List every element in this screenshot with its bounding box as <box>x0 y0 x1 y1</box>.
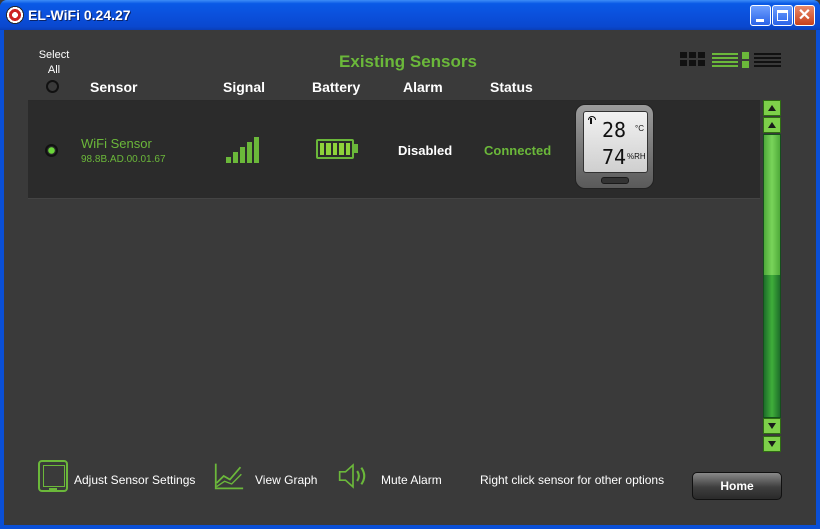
battery-segment <box>339 143 344 155</box>
battery-segment <box>332 143 338 155</box>
select-all-label-line2: All <box>47 64 61 76</box>
context-menu-hint: Right click sensor for other options <box>480 473 665 487</box>
battery-level-icon <box>316 139 354 159</box>
sensor-device-image: 28 °C 74 %RH <box>575 104 654 189</box>
column-header-battery: Battery <box>312 79 361 95</box>
close-icon: ✕ <box>797 7 812 24</box>
select-all-label: Select All <box>34 48 74 78</box>
signal-bar <box>233 152 238 163</box>
view-graph-label: View Graph <box>255 473 318 487</box>
battery-tip <box>354 144 358 153</box>
list-view-icon[interactable] <box>712 52 749 68</box>
maximize-button[interactable] <box>772 5 793 26</box>
lcd-humidity: 74 <box>602 145 627 169</box>
scroll-track[interactable] <box>763 134 781 418</box>
minimize-icon <box>756 19 764 22</box>
graph-icon <box>214 463 244 490</box>
arrow-up-icon <box>768 105 776 111</box>
close-button[interactable]: ✕ <box>794 5 815 26</box>
lcd-temperature-unit: °C <box>635 124 644 133</box>
connection-status: Connected <box>484 143 552 158</box>
arrow-down-icon <box>768 423 776 429</box>
title-bar[interactable]: EL-WiFi 0.24.27 ✕ <box>0 0 820 30</box>
sensor-row[interactable]: WiFi Sensor 98.8B.AD.00.01.67 Disabled C… <box>28 101 760 199</box>
adjust-sensor-settings-label: Adjust Sensor Settings <box>74 473 196 487</box>
scroll-top-button[interactable] <box>763 100 781 116</box>
scroll-down-button[interactable] <box>763 418 781 434</box>
vertical-scrollbar[interactable] <box>763 100 781 453</box>
scroll-bottom-button[interactable] <box>763 436 781 452</box>
device-button <box>601 177 629 184</box>
column-header-signal: Signal <box>223 79 266 95</box>
tablet-icon <box>38 460 68 492</box>
sensor-select-radio[interactable] <box>45 144 58 157</box>
column-header-alarm: Alarm <box>403 79 443 95</box>
select-all-label-line1: Select <box>38 49 70 61</box>
sensor-mac-address: 98.8B.AD.00.01.67 <box>81 154 166 165</box>
signal-bar <box>254 137 259 163</box>
arrow-down-icon <box>768 441 776 447</box>
mute-alarm-label: Mute Alarm <box>381 473 442 487</box>
arrow-up-icon <box>768 122 776 128</box>
application-window: EL-WiFi 0.24.27 ✕ Existing Sensors Selec… <box>0 0 820 529</box>
scroll-thumb[interactable] <box>764 135 780 275</box>
lcd-temperature: 28 <box>602 118 627 142</box>
lcd-humidity-unit: %RH <box>627 152 646 161</box>
battery-segment <box>345 143 351 155</box>
signal-bar <box>240 147 245 163</box>
grid-view-icon[interactable] <box>680 52 706 68</box>
app-icon[interactable] <box>6 6 24 24</box>
speaker-icon <box>338 463 366 489</box>
column-header-sensor: Sensor <box>90 79 138 95</box>
battery-segment <box>326 143 331 155</box>
alarm-status: Disabled <box>398 143 453 158</box>
home-button[interactable]: Home <box>692 472 782 500</box>
signal-bar <box>226 157 231 163</box>
window-title: EL-WiFi 0.24.27 <box>28 7 131 23</box>
main-area: Existing Sensors Select All Sensor Signa… <box>4 30 816 525</box>
signal-bar <box>247 142 252 163</box>
device-lcd-screen: 28 °C 74 %RH <box>583 111 648 173</box>
minimize-button[interactable] <box>750 5 771 26</box>
detail-list-view-icon[interactable] <box>754 52 781 68</box>
select-all-radio[interactable] <box>46 80 59 93</box>
battery-segment <box>320 143 325 155</box>
scroll-up-button[interactable] <box>763 117 781 133</box>
maximize-icon <box>777 10 788 21</box>
column-header-status: Status <box>490 79 533 95</box>
sensor-name: WiFi Sensor <box>81 136 152 151</box>
sensor-list: WiFi Sensor 98.8B.AD.00.01.67 Disabled C… <box>28 100 760 452</box>
signal-strength-icon <box>226 135 262 163</box>
antenna-icon <box>588 116 596 124</box>
